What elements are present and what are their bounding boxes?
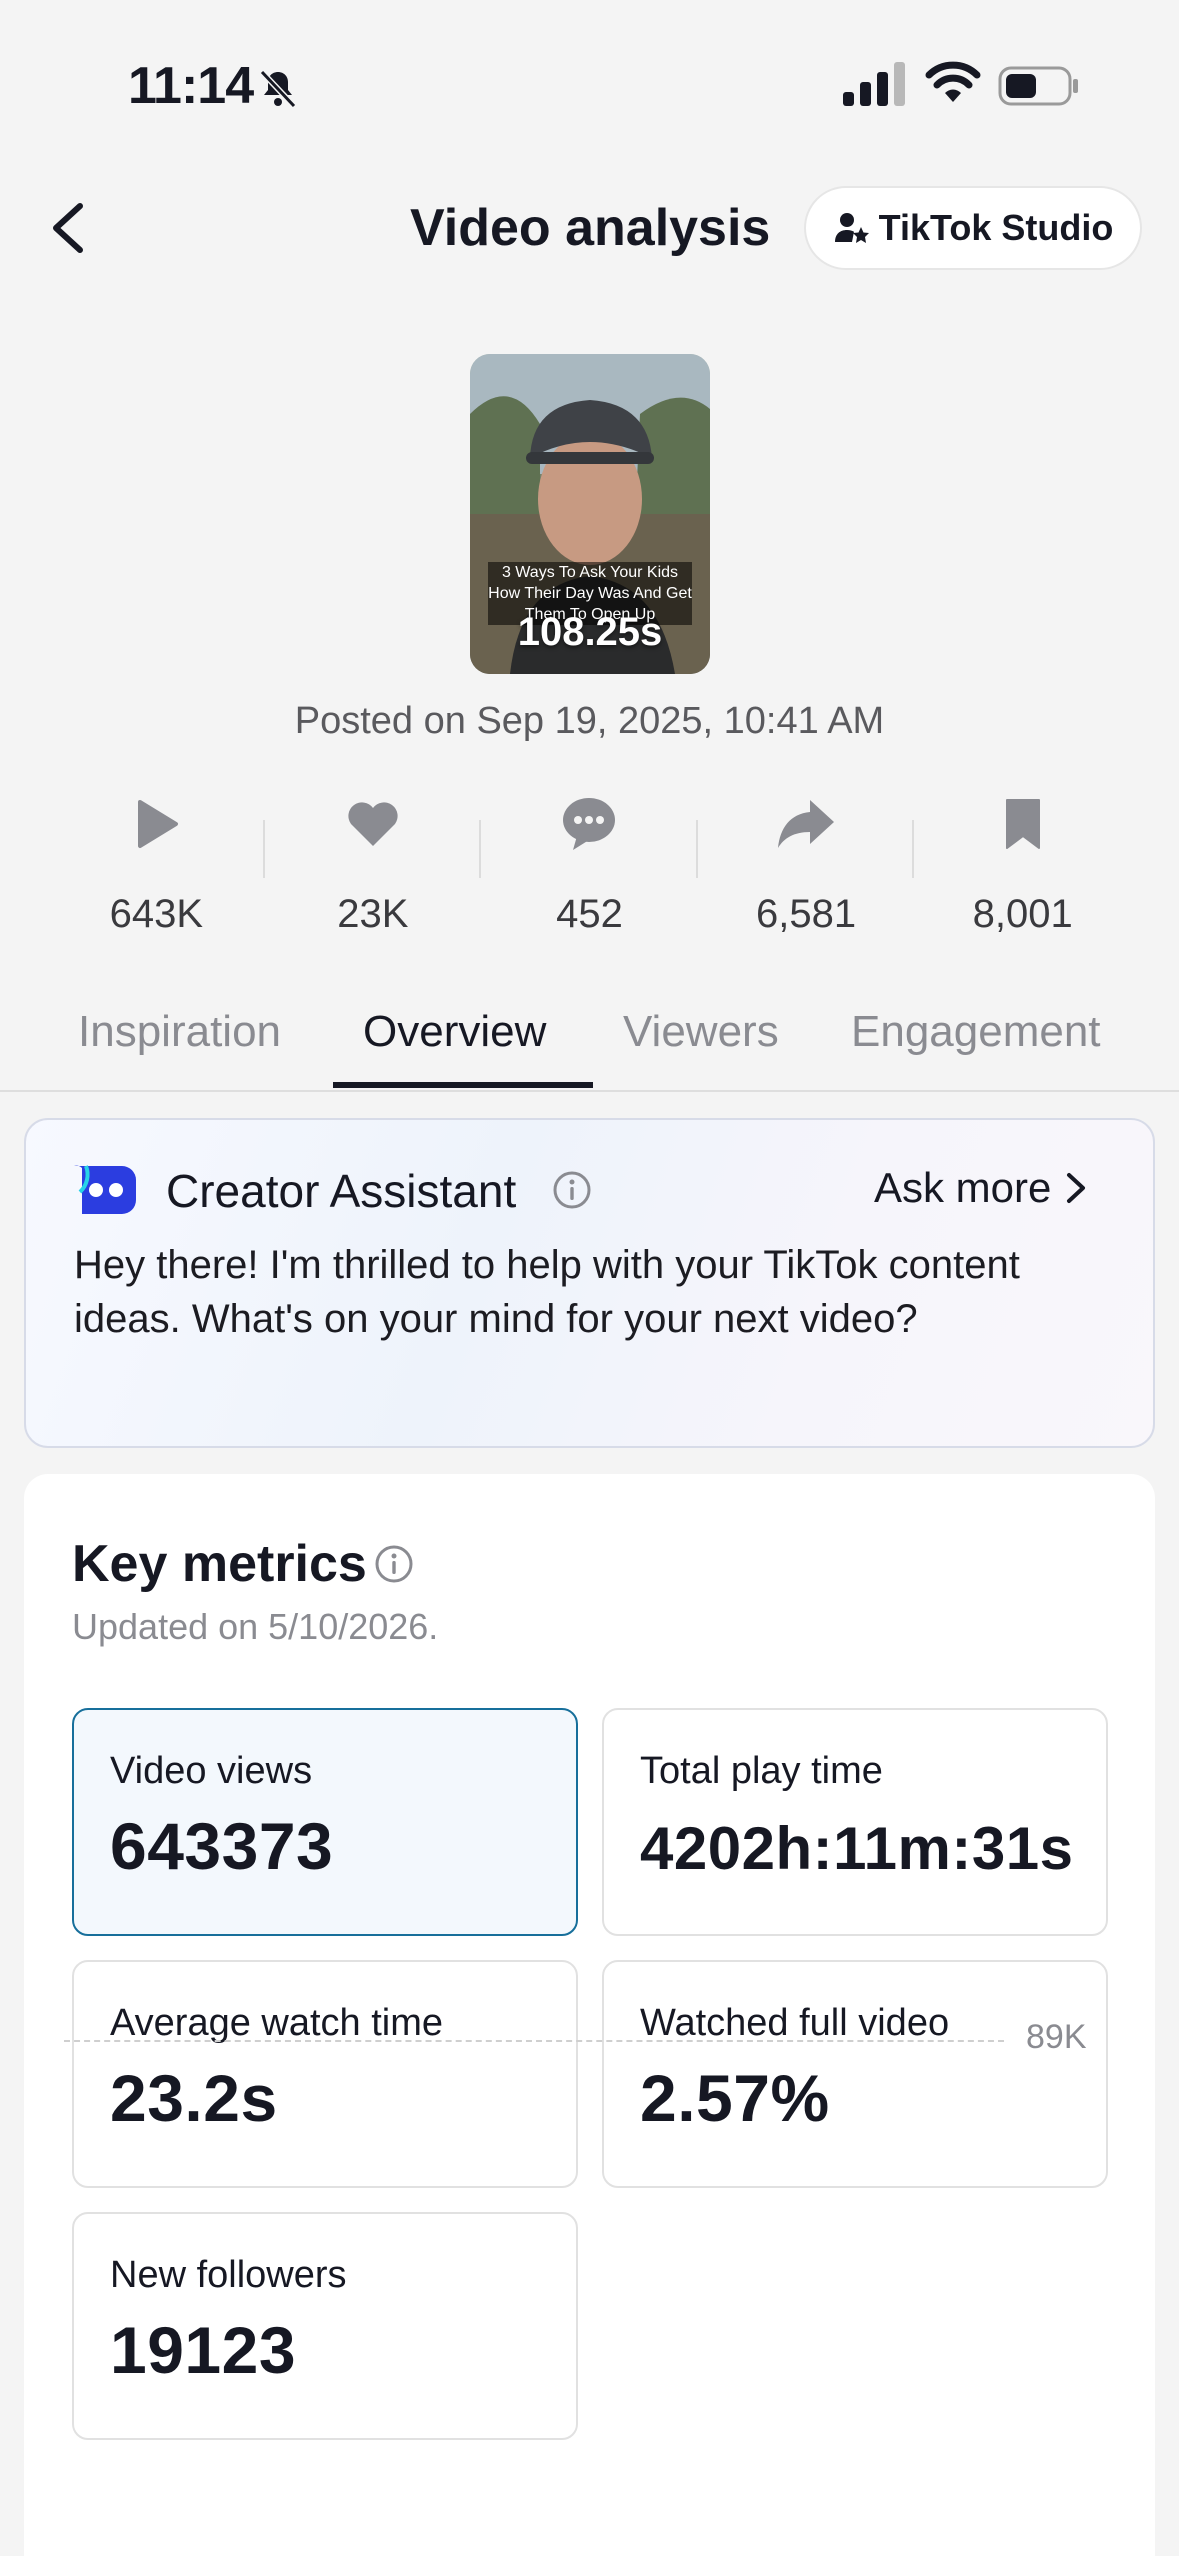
tab-bar: Inspiration Overview Viewers Engagement xyxy=(0,996,1179,1092)
ask-more-label: Ask more xyxy=(874,1164,1052,1211)
active-tab-indicator xyxy=(333,1082,593,1088)
chevron-left-icon xyxy=(53,203,83,253)
tiktok-studio-label: TikTok Studio xyxy=(878,207,1114,248)
wifi-icon xyxy=(925,61,981,102)
metric-label: Total play time xyxy=(640,1750,883,1792)
chart-gridline xyxy=(64,2040,1004,2042)
ask-more-button[interactable]: Ask more xyxy=(874,1164,1087,1212)
metric-card-total-play-time[interactable]: Total play time 4202h:11m:31s xyxy=(602,1708,1108,1936)
metric-value: 23.2s xyxy=(110,2061,278,2135)
stat-value: 23K xyxy=(337,892,409,936)
stat-value: 452 xyxy=(556,892,623,936)
metric-value: 643373 xyxy=(110,1809,334,1883)
status-time: 11:14 xyxy=(128,57,254,115)
battery-icon xyxy=(998,66,1078,106)
tiktok-studio-button[interactable]: TikTok Studio xyxy=(804,186,1142,270)
stat-saves: 8,001 xyxy=(914,790,1131,940)
metric-value: 19123 xyxy=(110,2313,297,2387)
stat-comments: 452 xyxy=(481,790,698,940)
stat-shares: 6,581 xyxy=(698,790,915,940)
cellular-signal-icon xyxy=(843,62,905,106)
stat-value: 643K xyxy=(109,892,203,936)
bookmark-icon xyxy=(1005,799,1040,849)
bell-off-icon xyxy=(259,69,297,109)
chart-axis-label: 89K xyxy=(1026,2018,1087,2056)
info-icon[interactable] xyxy=(552,1170,592,1210)
stat-views: 643K xyxy=(48,790,265,940)
tab-engagement[interactable]: Engagement xyxy=(851,996,1101,1092)
share-icon xyxy=(778,800,835,848)
status-bar: 11:14 xyxy=(0,0,1179,170)
video-stats-row: 643K 23K 452 6,581 8,001 xyxy=(48,790,1131,940)
creator-assistant-title: Creator Assistant xyxy=(166,1165,517,1217)
page-title: Video analysis xyxy=(410,199,771,257)
metric-value: 2.57% xyxy=(640,2061,830,2135)
video-duration: 108.25s xyxy=(517,610,663,654)
heart-icon xyxy=(348,802,398,846)
metric-card-video-views[interactable]: Video views 643373 xyxy=(72,1708,578,1936)
key-metrics-title: Key metrics xyxy=(72,1535,367,1593)
metric-card-average-watch-time[interactable]: Average watch time 23.2s xyxy=(72,1960,578,2188)
metric-label: Average watch time xyxy=(110,2002,444,2044)
metric-card-watched-full-video[interactable]: Watched full video 2.57% xyxy=(602,1960,1108,2188)
tab-viewers[interactable]: Viewers xyxy=(623,996,779,1092)
chevron-right-icon xyxy=(1067,1173,1086,1203)
creator-assistant-card[interactable]: Creator Assistant Ask more Hey there! I'… xyxy=(24,1118,1155,1448)
back-button[interactable] xyxy=(40,192,96,264)
info-icon[interactable] xyxy=(374,1544,414,1584)
creator-star-icon xyxy=(834,213,869,243)
metric-label: New followers xyxy=(110,2254,347,2296)
stat-value: 8,001 xyxy=(972,892,1073,936)
video-thumbnail[interactable]: 3 Ways To Ask Your Kids How Their Day Wa… xyxy=(470,354,710,674)
key-metrics-card: Key metrics Updated on 5/10/2026. Video … xyxy=(24,1474,1155,2556)
comment-icon xyxy=(563,798,616,850)
metric-card-new-followers[interactable]: New followers 19123 xyxy=(72,2212,578,2440)
tab-overview[interactable]: Overview xyxy=(363,996,546,1092)
metric-value: 4202h:11m:31s xyxy=(640,1815,1074,1882)
stat-value: 6,581 xyxy=(756,892,857,936)
posted-date: Posted on Sep 19, 2025, 10:41 AM xyxy=(294,700,885,742)
metric-label: Video views xyxy=(110,1750,313,1792)
creator-assistant-logo-icon xyxy=(74,1165,136,1214)
stat-likes: 23K xyxy=(265,790,482,940)
metrics-updated-date: Updated on 5/10/2026. xyxy=(72,1606,439,1647)
tab-inspiration[interactable]: Inspiration xyxy=(78,996,281,1092)
metric-label: Watched full video xyxy=(640,2002,950,2044)
assistant-message: Hey there! I'm thrilled to help with you… xyxy=(74,1243,1020,1341)
play-icon xyxy=(138,800,179,848)
